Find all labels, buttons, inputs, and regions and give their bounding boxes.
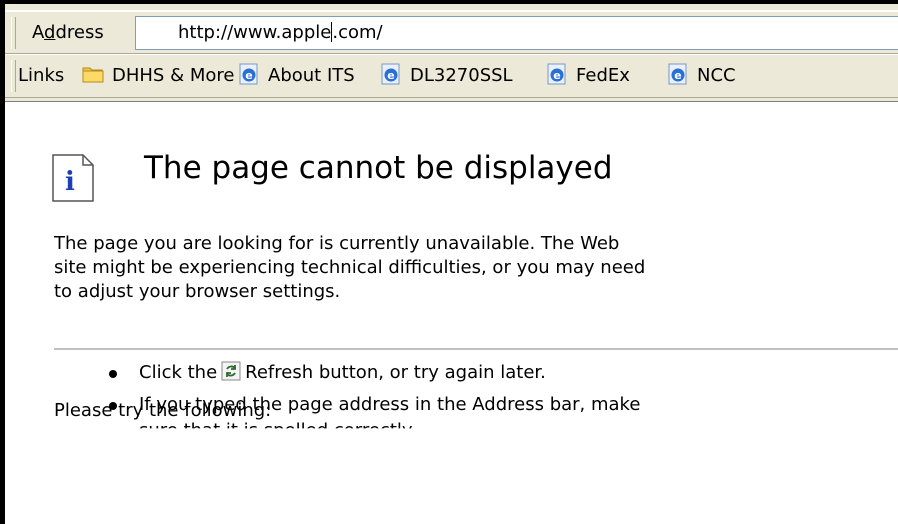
folder-icon <box>82 63 104 85</box>
address-label: Address <box>22 18 128 48</box>
svg-text:e: e <box>553 69 560 82</box>
link-label: DL3270SSL <box>410 65 513 86</box>
address-label-text: Address <box>32 22 104 43</box>
description-line: to adjust your browser settings. <box>54 281 341 302</box>
links-label[interactable]: Links <box>18 63 64 89</box>
list-item-text: If you typed the page address in the Add… <box>139 394 641 415</box>
svg-text:e: e <box>674 69 681 82</box>
svg-text:e: e <box>245 69 252 82</box>
link-about-its[interactable]: e About ITS <box>238 61 355 91</box>
toolbar-strip <box>5 4 898 11</box>
link-label: DHHS & More <box>112 65 235 86</box>
link-label: NCC <box>697 65 736 86</box>
link-label: About ITS <box>268 65 355 86</box>
list-item: If you typed the page address in the Add… <box>0 392 898 422</box>
address-input[interactable]: http://www.apple.com/ <box>135 16 898 50</box>
toolbar-grip[interactable] <box>11 60 16 92</box>
divider <box>54 348 898 350</box>
description-line: The page you are looking for is currentl… <box>54 233 620 254</box>
ie-page-icon: e <box>667 63 689 85</box>
list-item: Click the Refresh button, or try again la… <box>0 360 898 390</box>
ie-page-icon: e <box>238 63 260 85</box>
refresh-text-before: Click the <box>139 362 218 383</box>
page-title: The page cannot be displayed <box>144 150 613 186</box>
ie-page-icon: e <box>380 63 402 85</box>
bullet-icon <box>109 370 117 378</box>
link-dl3270ssl[interactable]: e DL3270SSL <box>380 61 513 91</box>
page-description: The page you are looking for is currentl… <box>54 232 898 304</box>
bullet-icon <box>109 402 117 410</box>
description-line: site might be experiencing technical dif… <box>54 257 646 278</box>
address-url-before-caret: http://www.apple <box>178 22 332 43</box>
link-label: FedEx <box>576 65 630 86</box>
link-fedex[interactable]: e FedEx <box>546 61 630 91</box>
list-item-text: Click the Refresh button, or try again la… <box>139 360 546 386</box>
link-ncc[interactable]: e NCC <box>667 61 898 91</box>
address-url-after-caret: .com/ <box>332 22 383 43</box>
toolbar-grip[interactable] <box>11 17 16 49</box>
svg-text:i: i <box>65 167 75 197</box>
links-bar: Links DHHS & More e About ITS e DL3270SS… <box>5 54 898 98</box>
address-bar: Address http://www.apple.com/ <box>5 11 898 54</box>
svg-text:e: e <box>387 69 394 82</box>
page-content: i The page cannot be displayed The page … <box>5 102 898 524</box>
refresh-text-after: Refresh button, or try again later. <box>245 362 546 383</box>
ie-page-icon: e <box>546 63 568 85</box>
info-icon: i <box>52 154 94 202</box>
link-dhhs-more[interactable]: DHHS & More <box>82 61 234 91</box>
refresh-icon <box>221 361 241 381</box>
